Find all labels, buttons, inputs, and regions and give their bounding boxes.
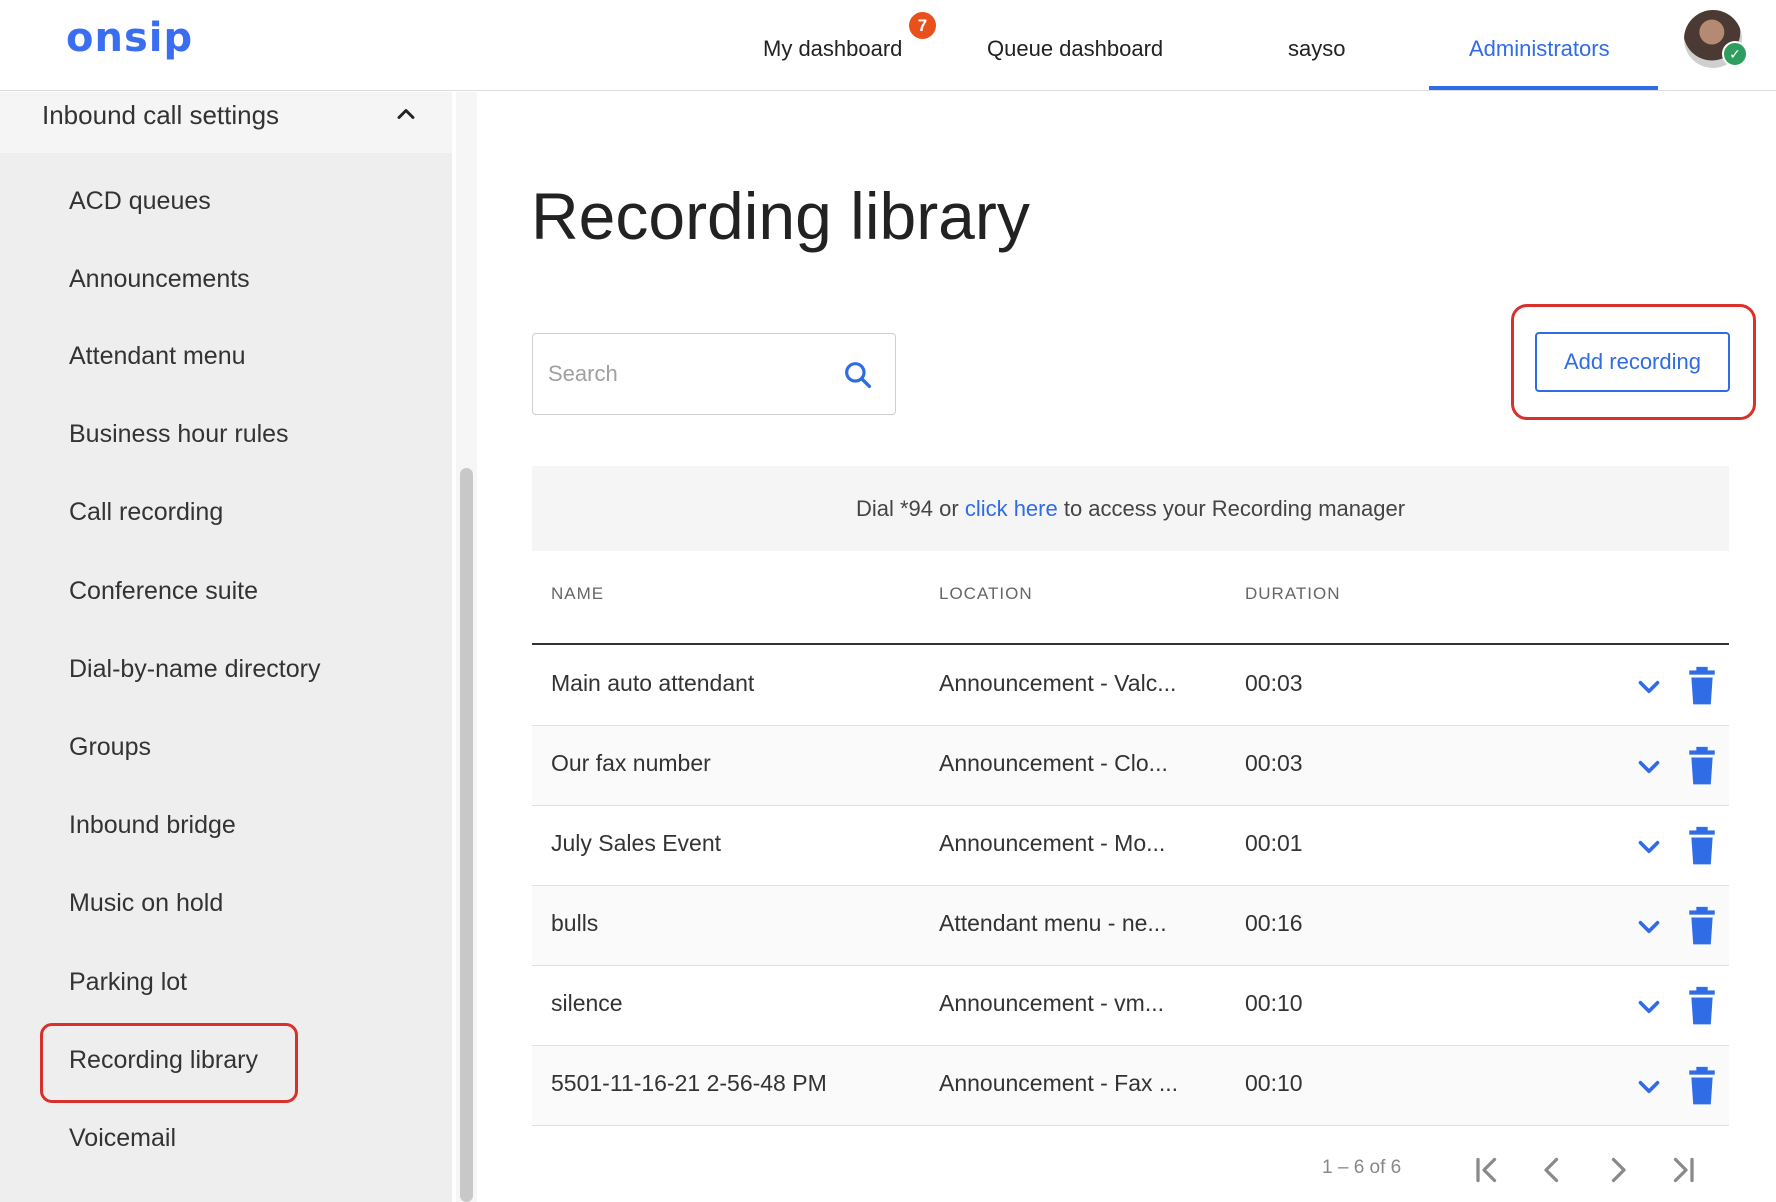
sidebar-item-dial-by-name-directory[interactable]: Dial-by-name directory bbox=[69, 655, 320, 684]
recording-location: Attendant menu - ne... bbox=[939, 910, 1167, 936]
recording-name: Our fax number bbox=[551, 750, 711, 776]
nav-sayso[interactable]: sayso bbox=[1288, 36, 1345, 62]
trash-icon[interactable] bbox=[1685, 666, 1719, 706]
table-row[interactable]: July Sales Event Announcement - Mo... 00… bbox=[532, 806, 1729, 886]
add-recording-button[interactable]: Add recording bbox=[1535, 332, 1730, 392]
sidebar-item-call-recording[interactable]: Call recording bbox=[69, 498, 223, 527]
chevron-down-icon[interactable] bbox=[1632, 830, 1666, 864]
column-header-location[interactable]: LOCATION bbox=[939, 584, 1033, 604]
recording-name: July Sales Event bbox=[551, 830, 722, 856]
sidebar-item-inbound-bridge[interactable]: Inbound bridge bbox=[69, 811, 236, 840]
table-header-divider bbox=[532, 643, 1729, 645]
nav-queue-dashboard[interactable]: Queue dashboard bbox=[987, 36, 1163, 62]
table-row[interactable]: silence Announcement - vm... 00:10 bbox=[532, 966, 1729, 1046]
status-check-icon: ✓ bbox=[1722, 41, 1748, 67]
pagination-range: 1 – 6 of 6 bbox=[1322, 1157, 1402, 1178]
trash-icon[interactable] bbox=[1685, 746, 1719, 786]
sidebar-item-business-hour-rules[interactable]: Business hour rules bbox=[69, 420, 289, 449]
banner-suffix: to access your Recording manager bbox=[1057, 496, 1406, 521]
sidebar-item-attendant-menu[interactable]: Attendant menu bbox=[69, 342, 246, 371]
recording-duration: 00:03 bbox=[1245, 670, 1303, 696]
search-box[interactable] bbox=[532, 333, 896, 415]
page-title: Recording library bbox=[531, 179, 1030, 253]
table-row[interactable]: Our fax number Announcement - Clo... 00:… bbox=[532, 726, 1729, 806]
selected-item-highlight bbox=[40, 1023, 298, 1103]
sidebar-item-parking-lot[interactable]: Parking lot bbox=[69, 968, 187, 997]
recording-duration: 00:10 bbox=[1245, 1070, 1303, 1096]
trash-icon[interactable] bbox=[1685, 1066, 1719, 1106]
recording-location: Announcement - Mo... bbox=[939, 830, 1166, 856]
column-header-duration[interactable]: DURATION bbox=[1245, 584, 1341, 604]
recording-manager-link[interactable]: click here bbox=[965, 496, 1058, 521]
recording-duration: 00:16 bbox=[1245, 910, 1303, 936]
onsip-logo[interactable]: onsip bbox=[66, 15, 193, 61]
previous-page-icon[interactable] bbox=[1534, 1152, 1570, 1188]
nav-my-dashboard[interactable]: My dashboard bbox=[763, 36, 902, 62]
sidebar-section-header[interactable]: Inbound call settings bbox=[0, 92, 452, 153]
chevron-down-icon[interactable] bbox=[1632, 990, 1666, 1024]
notification-badge: 7 bbox=[909, 12, 936, 39]
sidebar-item-voicemail[interactable]: Voicemail bbox=[69, 1124, 176, 1153]
table-row[interactable]: Main auto attendant Announcement - Valc.… bbox=[532, 646, 1729, 726]
recording-name: silence bbox=[551, 990, 623, 1016]
sidebar-scrollbar-thumb[interactable] bbox=[460, 468, 473, 1202]
recording-location: Announcement - vm... bbox=[939, 990, 1164, 1016]
trash-icon[interactable] bbox=[1685, 906, 1719, 946]
banner-prefix: Dial *94 or bbox=[855, 496, 965, 521]
search-icon[interactable] bbox=[842, 359, 874, 391]
search-input[interactable] bbox=[548, 358, 818, 390]
recording-name: Main auto attendant bbox=[551, 670, 755, 696]
sidebar-item-acd-queues[interactable]: ACD queues bbox=[69, 187, 211, 216]
recording-manager-banner: Dial *94 or click here to access your Re… bbox=[532, 466, 1729, 551]
recording-name: 5501-11-16-21 2-56-48 PM bbox=[551, 1070, 827, 1096]
recording-location: Announcement - Clo... bbox=[939, 750, 1168, 776]
nav-administrators[interactable]: Administrators bbox=[1469, 36, 1610, 62]
chevron-up-icon[interactable] bbox=[392, 100, 420, 128]
sidebar-item-conference-suite[interactable]: Conference suite bbox=[69, 577, 258, 606]
chevron-down-icon[interactable] bbox=[1632, 910, 1666, 944]
last-page-icon[interactable] bbox=[1665, 1152, 1701, 1188]
recording-duration: 00:03 bbox=[1245, 750, 1303, 776]
active-tab-indicator bbox=[1429, 86, 1658, 90]
chevron-down-icon[interactable] bbox=[1632, 670, 1666, 704]
sidebar-item-music-on-hold[interactable]: Music on hold bbox=[69, 889, 223, 918]
chevron-down-icon[interactable] bbox=[1632, 1070, 1666, 1104]
sidebar-item-announcements[interactable]: Announcements bbox=[69, 265, 250, 294]
top-header: onsip My dashboard 7 Queue dashboard say… bbox=[0, 0, 1776, 91]
sidebar-item-groups[interactable]: Groups bbox=[69, 733, 151, 762]
sidebar-section-label: Inbound call settings bbox=[42, 100, 280, 130]
column-header-name[interactable]: NAME bbox=[551, 584, 604, 604]
table-row[interactable]: bulls Attendant menu - ne... 00:16 bbox=[532, 886, 1729, 966]
recording-location: Announcement - Fax ... bbox=[939, 1070, 1179, 1096]
next-page-icon[interactable] bbox=[1600, 1152, 1636, 1188]
recording-duration: 00:01 bbox=[1245, 830, 1303, 856]
chevron-down-icon[interactable] bbox=[1632, 750, 1666, 784]
table-row[interactable]: 5501-11-16-21 2-56-48 PM Announcement - … bbox=[532, 1046, 1729, 1126]
recording-name: bulls bbox=[551, 910, 599, 936]
first-page-icon[interactable] bbox=[1469, 1152, 1505, 1188]
recording-duration: 00:10 bbox=[1245, 990, 1303, 1016]
recording-location: Announcement - Valc... bbox=[939, 670, 1177, 696]
trash-icon[interactable] bbox=[1685, 986, 1719, 1026]
trash-icon[interactable] bbox=[1685, 826, 1719, 866]
